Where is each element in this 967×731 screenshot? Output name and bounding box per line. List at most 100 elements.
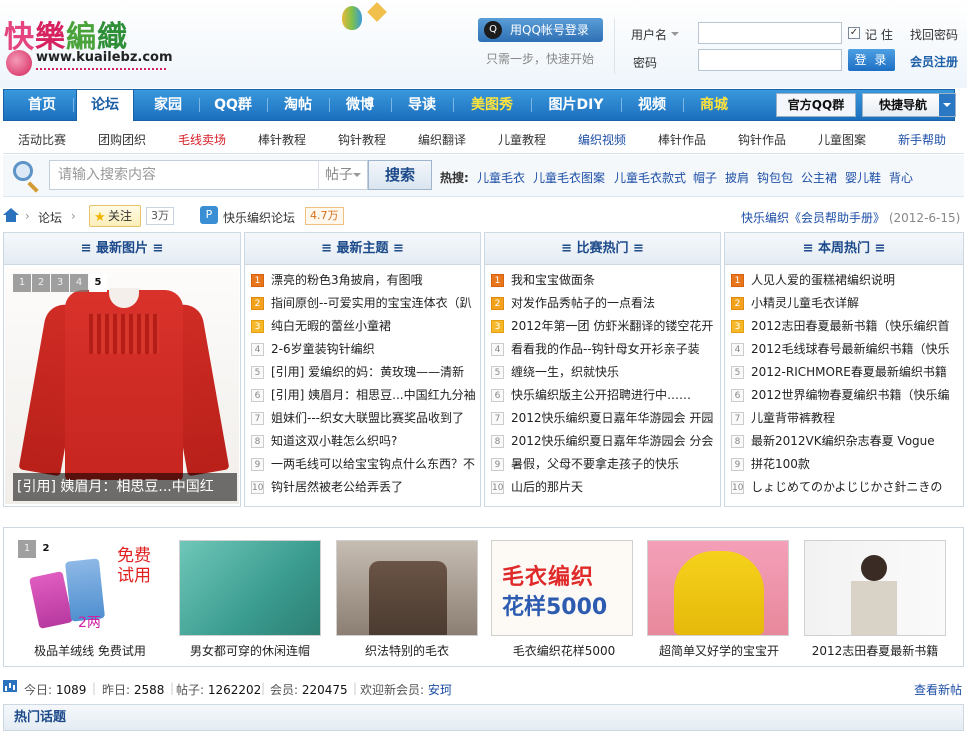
username-input[interactable] — [698, 22, 842, 44]
topic-item[interactable]: 1 人见人爱的蛋糕裙编织说明 — [729, 269, 963, 292]
subnav-item[interactable]: 活动比赛 — [18, 131, 66, 148]
gallery-image-mint-knit[interactable] — [179, 540, 321, 636]
hot-search-link[interactable]: 背心 — [889, 169, 913, 186]
subnav-item[interactable]: 团购团织 — [98, 131, 146, 148]
pager-item[interactable]: 3 — [51, 274, 69, 292]
topic-item[interactable]: 2 对发作品秀帖子的一点看法 — [489, 292, 720, 315]
gallery-image-model[interactable] — [804, 540, 946, 636]
password-input[interactable] — [698, 49, 842, 71]
topic-item[interactable]: 6 快乐编织版主公开招聘进行中…… — [489, 384, 720, 407]
new-member-link[interactable]: 安珂 — [428, 683, 452, 697]
topic-item[interactable]: 8 2012快乐编织夏日嘉年华游园会 分会 — [489, 430, 720, 453]
topic-item[interactable]: 2 指间原创--可爱实用的宝宝连体衣（趴 — [249, 292, 480, 315]
topic-item[interactable]: 7 儿童背带裤教程 — [729, 407, 963, 430]
nav-home[interactable]: 首页 — [14, 90, 70, 120]
hot-search-link[interactable]: 儿童毛衣图案 — [533, 169, 605, 186]
pager-item[interactable]: 4 — [70, 274, 88, 292]
topic-item[interactable]: 9 暑假，父母不要拿走孩子的快乐 — [489, 453, 720, 476]
breadcrumb-forum[interactable]: 论坛 — [38, 209, 62, 226]
topic-item[interactable]: 10 しょじめてのかよじじかさ針ニきの — [729, 476, 963, 499]
gallery-caption[interactable]: 超简单又好学的宝宝开 — [639, 642, 799, 659]
gallery-caption[interactable]: 男女都可穿的休闲连帽 — [170, 642, 330, 659]
hot-search-link[interactable]: 钩包包 — [757, 169, 793, 186]
topic-item[interactable]: 9 拼花100款 — [729, 453, 963, 476]
gallery-caption[interactable]: 极品羊绒线 免费试用 — [10, 642, 170, 659]
forgot-password-link[interactable]: 找回密码 — [910, 26, 958, 43]
topic-item[interactable]: 7 姐妹们---织女大联盟比赛奖品收到了 — [249, 407, 480, 430]
nav-photo-diy[interactable]: 图片DIY — [534, 90, 618, 120]
topic-item[interactable]: 4 2-6岁童装钩针编织 — [249, 338, 480, 361]
topic-item[interactable]: 6 [引用] 姨眉月：相思豆...中国红九分袖 — [249, 384, 480, 407]
pager-item[interactable]: 1 — [18, 540, 36, 558]
featured-photo[interactable]: 12345 [引用] 姨眉月：相思豆...中国红 — [5, 268, 239, 504]
subnav-item[interactable]: 毛线卖场 — [178, 131, 226, 148]
pager-item-active[interactable]: 5 — [89, 274, 107, 292]
nav-guide[interactable]: 导读 — [394, 90, 450, 120]
topic-item[interactable]: 5 2012-RICHMORE春夏最新编织书籍 — [729, 361, 963, 384]
gallery-caption[interactable]: 毛衣编织花样5000 — [484, 642, 644, 659]
quick-nav-button[interactable]: 快捷导航 — [862, 93, 956, 117]
hot-search-link[interactable]: 婴儿鞋 — [845, 169, 881, 186]
topic-item[interactable]: 4 2012毛线球春号最新编织书籍（快乐 — [729, 338, 963, 361]
search-type-select[interactable]: 帖子 — [318, 160, 368, 190]
topic-item[interactable]: 7 2012快乐编织夏日嘉年华游园会 开园 — [489, 407, 720, 430]
follow-button[interactable]: ★ 关注 — [89, 205, 141, 227]
subnav-item[interactable]: 棒针教程 — [258, 131, 306, 148]
subnav-item[interactable]: 儿童图案 — [818, 131, 866, 148]
username-type-select[interactable]: 用户名 — [631, 26, 680, 43]
topic-item[interactable]: 1 漂亮的粉色3角披肩，有图哦 — [249, 269, 480, 292]
topic-item[interactable]: 10 山后的那片天 — [489, 476, 720, 499]
pager-item-active[interactable]: 2 — [37, 540, 55, 558]
topic-item[interactable]: 5 [引用] 爱编织的妈：黄玫瑰——清新 — [249, 361, 480, 384]
nav-home-space[interactable]: 家园 — [140, 90, 196, 120]
board-link[interactable]: 快乐编织论坛 — [223, 209, 295, 226]
nav-collections[interactable]: 淘帖 — [270, 90, 326, 120]
subnav-item[interactable]: 钩针教程 — [338, 131, 386, 148]
hot-search-link[interactable]: 披肩 — [725, 169, 749, 186]
hot-search-link[interactable]: 公主裙 — [801, 169, 837, 186]
pager-item[interactable]: 2 — [32, 274, 50, 292]
pager-item[interactable]: 1 — [13, 274, 31, 292]
topic-item[interactable]: 10 钩针居然被老公给弄丢了 — [249, 476, 480, 499]
view-new-posts-link[interactable]: 查看新帖 — [914, 681, 962, 698]
subnav-item[interactable]: 棒针作品 — [658, 131, 706, 148]
gallery-image-brown-sweater[interactable] — [336, 540, 478, 636]
subnav-item[interactable]: 钩针作品 — [738, 131, 786, 148]
official-qq-group-button[interactable]: 官方QQ群 — [776, 93, 856, 117]
topic-item[interactable]: 1 我和宝宝做面条 — [489, 269, 720, 292]
search-input[interactable]: 请输入搜索内容 — [49, 160, 319, 190]
gallery-image-pattern-book[interactable]: 毛衣编织 花样5000 — [491, 540, 633, 636]
gallery-image-yellow-hoodie[interactable] — [647, 540, 789, 636]
nav-qq-group[interactable]: QQ群 — [202, 90, 264, 120]
nav-photo-show[interactable]: 美图秀 — [456, 90, 528, 120]
search-button[interactable]: 搜索 — [368, 160, 432, 190]
hot-search-link[interactable]: 儿童毛衣款式 — [614, 169, 686, 186]
remember-checkbox[interactable]: ✓ — [848, 27, 860, 39]
gallery-caption[interactable]: 2012志田春夏最新书籍 — [795, 642, 955, 659]
gallery-caption[interactable]: 织法特别的毛衣 — [327, 642, 487, 659]
topic-item[interactable]: 3 2012年第一团 仿虾米翻译的镂空花开 — [489, 315, 720, 338]
subnav-item[interactable]: 儿童教程 — [498, 131, 546, 148]
login-button[interactable]: 登 录 — [848, 49, 895, 71]
subnav-item[interactable]: 新手帮助 — [898, 131, 946, 148]
subnav-item[interactable]: 编织视频 — [578, 131, 626, 148]
topic-item[interactable]: 3 纯白无暇的蕾丝小童裙 — [249, 315, 480, 338]
topic-item[interactable]: 8 最新2012VK编织杂志春夏 Vogue — [729, 430, 963, 453]
topic-item[interactable]: 4 看看我的作品--钩针母女开衫亲子装 — [489, 338, 720, 361]
nav-weibo[interactable]: 微博 — [332, 90, 388, 120]
gallery-image-yarn-ad[interactable]: 12 免费试用 2两 — [18, 540, 160, 636]
topic-item[interactable]: 2 小精灵儿童毛衣详解 — [729, 292, 963, 315]
hot-search-link[interactable]: 儿童毛衣 — [477, 169, 525, 186]
nav-shop[interactable]: 商城 — [686, 90, 742, 120]
register-link[interactable]: 会员注册 — [910, 53, 958, 70]
home-icon[interactable] — [3, 208, 19, 222]
photo-caption[interactable]: [引用] 姨眉月：相思豆...中国红 — [13, 473, 237, 501]
nav-forum[interactable]: 论坛 — [76, 89, 134, 121]
help-notice-link[interactable]: 快乐编织《会员帮助手册》 (2012-6-15) — [741, 209, 960, 226]
topic-item[interactable]: 5 缠绕一生，织就快乐 — [489, 361, 720, 384]
topic-item[interactable]: 9 一两毛线可以给宝宝钩点什么东西？不 — [249, 453, 480, 476]
nav-video[interactable]: 视频 — [624, 90, 680, 120]
hot-search-link[interactable]: 帽子 — [693, 169, 717, 186]
topic-item[interactable]: 3 2012志田春夏最新书籍（快乐编织首 — [729, 315, 963, 338]
qq-login-button[interactable]: Q 用QQ帐号登录 — [478, 18, 603, 42]
